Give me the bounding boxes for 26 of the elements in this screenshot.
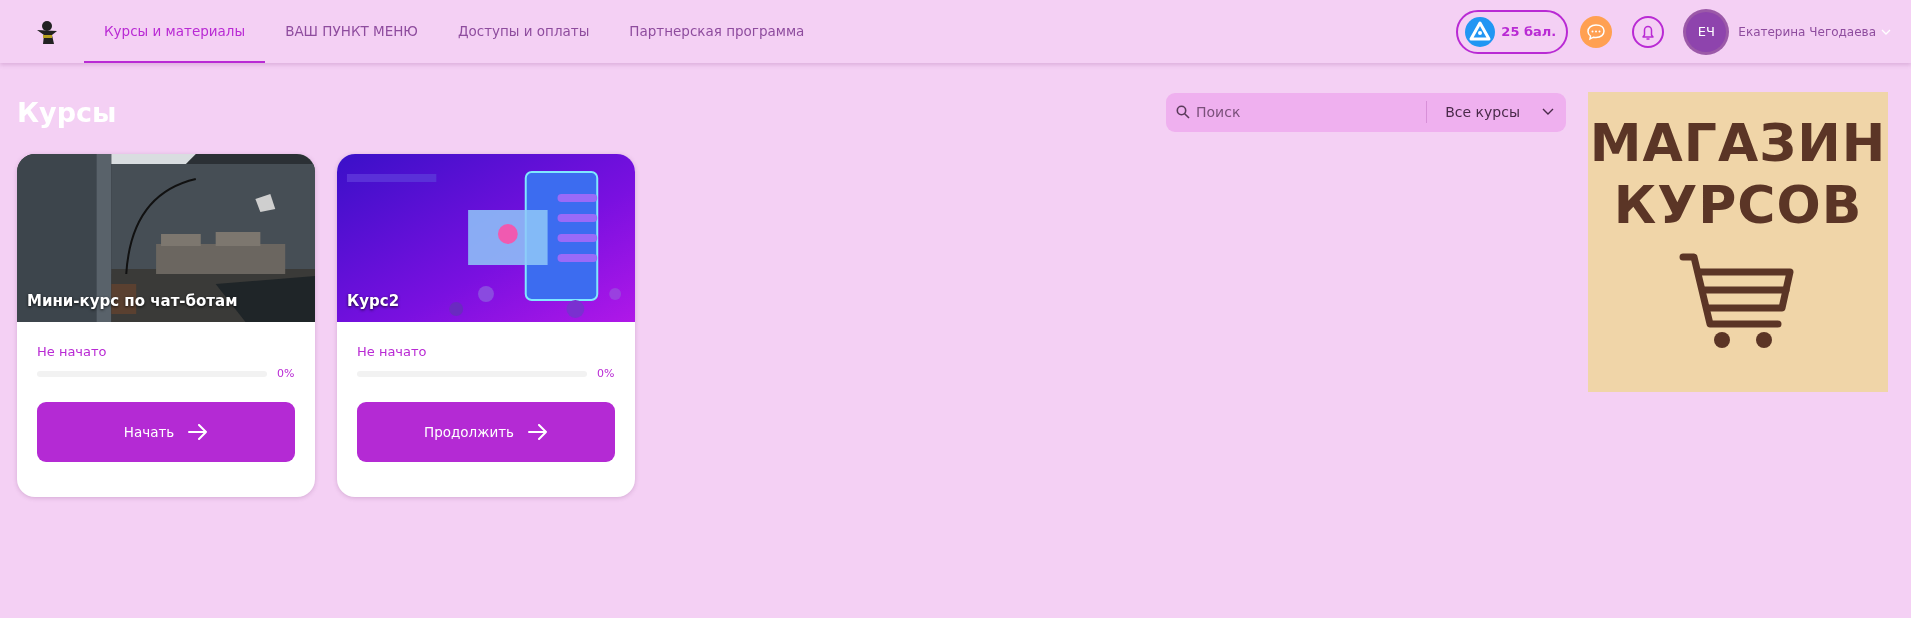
- progress-percent: 0%: [597, 367, 615, 380]
- course-status: Не начато: [357, 344, 428, 359]
- progress-percent: 0%: [277, 367, 295, 380]
- bell-icon[interactable]: [1632, 15, 1665, 48]
- arrow-right-icon: [528, 424, 548, 440]
- course-status: Не начато: [37, 344, 108, 359]
- user-avatar[interactable]: ЕЧ: [1686, 11, 1727, 52]
- banner-text: КУРСОВ: [1613, 174, 1863, 236]
- nav-tab[interactable]: Доступы и оплаты: [437, 0, 610, 63]
- chevron-down-icon: [1542, 108, 1554, 116]
- nav-tab[interactable]: ВАШ ПУНКТ МЕНЮ: [265, 0, 438, 63]
- search-icon: [1176, 105, 1190, 119]
- user-name[interactable]: Екатерина Чегодаева: [1738, 24, 1876, 39]
- banner-text: МАГАЗИН: [1589, 112, 1887, 174]
- course-action-button[interactable]: Продолжить: [357, 402, 615, 462]
- nav-tab[interactable]: Партнерская программа: [609, 0, 825, 63]
- search-field[interactable]: Поиск Все курсы: [1166, 92, 1566, 132]
- shop-banner[interactable]: МАГАЗИН КУРСОВ: [1588, 92, 1888, 392]
- course-title[interactable]: Мини-курс по чат-ботам: [27, 292, 238, 310]
- arrow-right-icon: [188, 424, 209, 440]
- course-action-button[interactable]: Начать: [37, 402, 295, 462]
- points-badge[interactable]: 25 бал.: [1456, 9, 1569, 54]
- course-filter-dropdown[interactable]: Все курсы: [1445, 104, 1554, 120]
- nav-tab[interactable]: Курсы и материалы: [84, 0, 266, 63]
- chat-icon[interactable]: [1580, 15, 1613, 48]
- course-title[interactable]: Курс2: [347, 292, 400, 310]
